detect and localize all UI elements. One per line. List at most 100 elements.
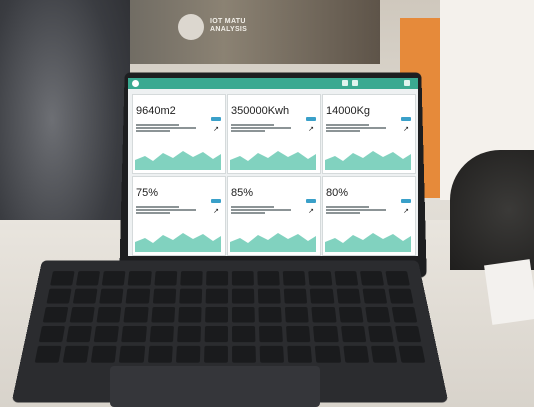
keyboard-key[interactable]	[123, 306, 149, 323]
keyboard-key[interactable]	[311, 306, 337, 323]
keyboard-key[interactable]	[364, 306, 391, 323]
keyboard-key[interactable]	[177, 306, 202, 323]
keyboard-key[interactable]	[93, 326, 120, 343]
keyboard-key[interactable]	[258, 306, 283, 323]
keyboard-key[interactable]	[285, 306, 310, 323]
keyboard-key[interactable]	[50, 271, 75, 286]
header-icon[interactable]	[342, 80, 348, 86]
keyboard-key[interactable]	[102, 271, 126, 286]
kpi-tile[interactable]: 85% ↗	[227, 176, 321, 256]
status-badge[interactable]	[211, 199, 221, 203]
keyboard-key[interactable]	[310, 288, 335, 304]
kpi-tile[interactable]: 75% ↗	[132, 176, 226, 256]
kpi-tile[interactable]: 14000Kg ↗	[322, 94, 416, 174]
keyboard-key[interactable]	[62, 345, 90, 363]
keyboard-key[interactable]	[66, 326, 93, 343]
keyboard-key[interactable]	[149, 326, 174, 343]
keyboard-key[interactable]	[42, 306, 69, 323]
keyboard-key[interactable]	[119, 345, 145, 363]
keyboard-key[interactable]	[338, 306, 364, 323]
keyboard-key[interactable]	[175, 345, 201, 363]
keyboard-key[interactable]	[34, 345, 62, 363]
keyboard-key[interactable]	[203, 345, 228, 363]
keyboard-key[interactable]	[286, 326, 311, 343]
keyboard-key[interactable]	[398, 345, 426, 363]
status-badge[interactable]	[211, 117, 221, 121]
keyboard-key[interactable]	[205, 288, 229, 304]
keyboard-key[interactable]	[282, 271, 306, 286]
keyboard-key[interactable]	[359, 271, 384, 286]
header-icon[interactable]	[404, 80, 410, 86]
status-badge[interactable]	[401, 199, 411, 203]
trackpad[interactable]	[110, 366, 320, 407]
key-row	[34, 345, 426, 363]
keyboard-key[interactable]	[153, 271, 177, 286]
kpi-tile[interactable]: 80% ↗	[322, 176, 416, 256]
keyboard-key[interactable]	[204, 306, 229, 323]
keyboard-key[interactable]	[287, 345, 313, 363]
keyboard-key[interactable]	[38, 326, 66, 343]
keyboard-key[interactable]	[315, 345, 341, 363]
keyboard-key[interactable]	[370, 345, 398, 363]
keyboard-key[interactable]	[334, 271, 358, 286]
keyboard-key[interactable]	[342, 345, 369, 363]
meta-text-line	[231, 124, 274, 126]
keyboard-key[interactable]	[367, 326, 394, 343]
key-row	[42, 306, 418, 323]
trend-icon: ↗	[213, 208, 219, 215]
keyboard-key[interactable]	[257, 288, 282, 304]
banner-line-2: ANALYSIS	[210, 26, 248, 33]
kpi-meta	[231, 123, 317, 133]
trend-icon: ↗	[308, 208, 314, 215]
meta-text-line	[231, 130, 266, 132]
keyboard-key[interactable]	[231, 271, 255, 286]
person-right	[450, 150, 534, 270]
keyboard-key[interactable]	[46, 288, 72, 304]
keyboard-key[interactable]	[231, 326, 256, 343]
kpi-tile[interactable]: 350000Kwh ↗	[227, 94, 321, 174]
keyboard-key[interactable]	[150, 306, 175, 323]
keyboard-key[interactable]	[96, 306, 122, 323]
keyboard-key[interactable]	[231, 306, 256, 323]
keyboard-key[interactable]	[76, 271, 101, 286]
keyboard-key[interactable]	[259, 326, 284, 343]
kpi-meta	[136, 123, 222, 133]
keyboard-key[interactable]	[125, 288, 150, 304]
keyboard-key[interactable]	[313, 326, 339, 343]
status-badge[interactable]	[401, 117, 411, 121]
keyboard-key[interactable]	[147, 345, 173, 363]
keyboard-key[interactable]	[152, 288, 176, 304]
app-logo-icon[interactable]	[132, 80, 139, 87]
keyboard-key[interactable]	[259, 345, 285, 363]
status-badge[interactable]	[306, 117, 316, 121]
keyboard-key[interactable]	[284, 288, 308, 304]
keyboard-key[interactable]	[178, 288, 203, 304]
keyboard-key[interactable]	[388, 288, 414, 304]
keyboard-key[interactable]	[91, 345, 118, 363]
keyboard-key[interactable]	[362, 288, 387, 304]
keyboard-key[interactable]	[336, 288, 361, 304]
keyboard-key[interactable]	[121, 326, 147, 343]
keyboard-key[interactable]	[128, 271, 152, 286]
keyboard-key[interactable]	[340, 326, 366, 343]
keyboard-key[interactable]	[99, 288, 124, 304]
keyboard-key[interactable]	[385, 271, 410, 286]
keyboard-key[interactable]	[232, 345, 257, 363]
keyboard-key[interactable]	[179, 271, 203, 286]
kpi-meta	[136, 205, 222, 215]
trend-icon: ↗	[403, 126, 409, 133]
header-icon[interactable]	[352, 80, 358, 86]
keyboard-key[interactable]	[257, 271, 281, 286]
keyboard-key[interactable]	[205, 271, 229, 286]
keyboard-key[interactable]	[69, 306, 96, 323]
keyboard-key[interactable]	[394, 326, 422, 343]
keyboard-key[interactable]	[391, 306, 418, 323]
keyboard-key[interactable]	[72, 288, 98, 304]
keyboard-key[interactable]	[204, 326, 228, 343]
keyboard-key[interactable]	[231, 288, 255, 304]
kpi-meta	[231, 205, 317, 215]
keyboard-key[interactable]	[176, 326, 201, 343]
status-badge[interactable]	[306, 199, 316, 203]
kpi-tile[interactable]: 9640m2 ↗	[132, 94, 226, 174]
keyboard-key[interactable]	[308, 271, 332, 286]
